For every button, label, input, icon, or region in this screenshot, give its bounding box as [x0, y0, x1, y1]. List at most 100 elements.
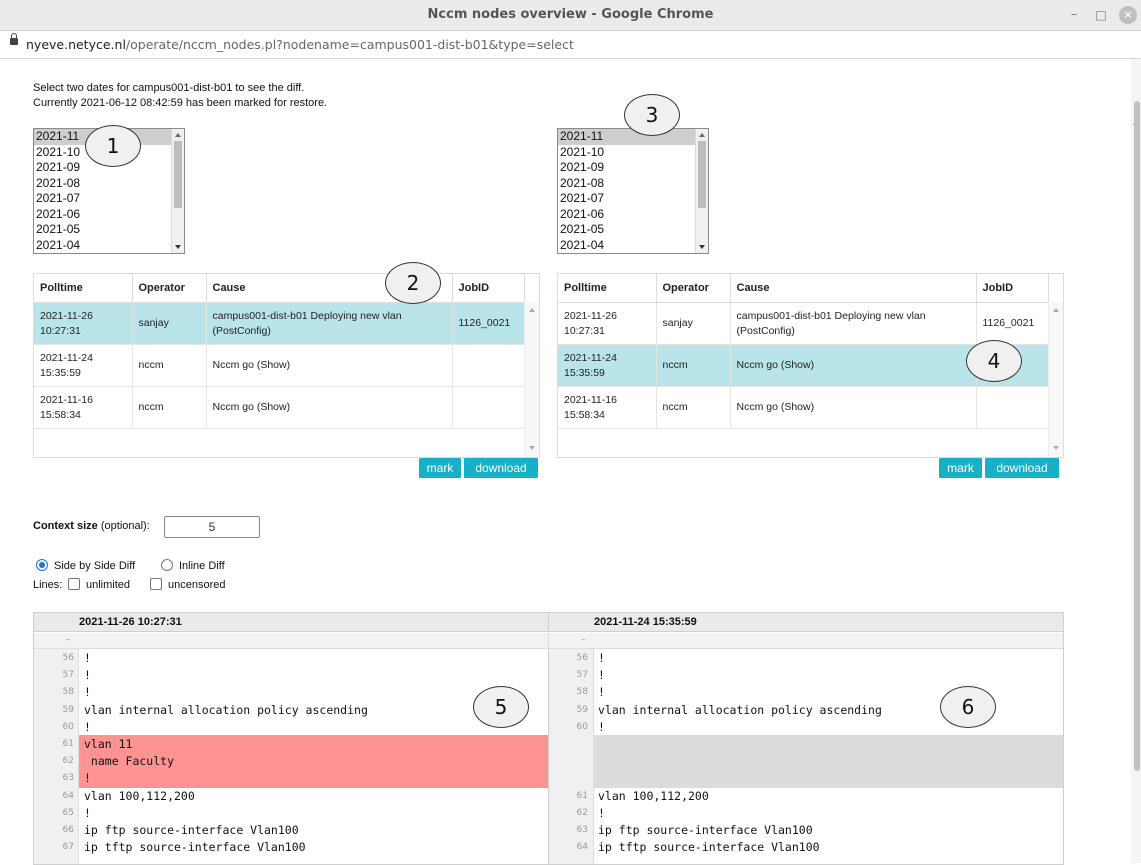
left-month-scroll-thumb[interactable] — [174, 141, 182, 208]
url-text[interactable]: nyeve.netyce.nl/operate/nccm_nodes.pl?no… — [26, 37, 574, 52]
table-row[interactable]: 2021-11-16 15:58:34 nccm Nccm go (Show) — [558, 386, 1049, 429]
left-month-option[interactable]: 2021-06 — [34, 207, 184, 223]
line-text: ip tftp source-interface Vlan100 — [84, 840, 306, 855]
diff-line: 57! — [548, 667, 1062, 684]
polltime-cell: 2021-11-16 15:58:34 — [558, 386, 657, 429]
diff-line: 61 vlan 11 — [34, 736, 548, 753]
right-month-option[interactable]: 2021-08 — [558, 176, 708, 192]
callout-3: 3 — [624, 94, 680, 136]
maximize-icon[interactable]: □ — [1092, 6, 1110, 24]
scroll-down-icon[interactable] — [175, 245, 181, 249]
jobid-cell: 1126_0021 — [452, 302, 525, 345]
line-number: 60 — [62, 721, 74, 732]
context-size-label: Context size (optional): — [33, 520, 150, 532]
left-mark-button[interactable]: mark — [419, 458, 461, 478]
diff-line: 58! — [34, 684, 548, 701]
scroll-up-icon[interactable] — [175, 133, 181, 137]
column-header-polltime[interactable]: Polltime — [34, 274, 133, 303]
right-month-scroll-thumb[interactable] — [698, 141, 706, 208]
line-text: ! — [598, 805, 605, 820]
column-header-operator[interactable]: Operator — [132, 274, 207, 303]
column-header-cause[interactable]: Cause — [730, 274, 977, 303]
minimize-icon[interactable]: – — [1065, 6, 1083, 24]
polltime-cell: 2021-11-16 15:58:34 — [34, 386, 133, 429]
right-month-option[interactable]: 2021-06 — [558, 207, 708, 223]
right-month-option[interactable]: 2021-07 — [558, 191, 708, 207]
page-scroll-thumb[interactable] — [1134, 101, 1140, 771]
unlimited-checkbox[interactable] — [68, 578, 80, 590]
right-month-option[interactable]: 2021-11 — [558, 129, 708, 145]
callout-2: 2 — [385, 262, 441, 304]
left-table-scrollbar[interactable] — [524, 302, 539, 456]
diff-view: 2021-11-26 10:27:31 2021-11-24 15:35:59 … — [33, 612, 1064, 865]
left-month-option[interactable]: 2021-08 — [34, 176, 184, 192]
diff-line: 56! — [34, 650, 548, 667]
line-number: 60 — [576, 721, 588, 732]
line-text: ip ftp source-interface Vlan100 — [84, 823, 299, 837]
uncensored-checkbox[interactable] — [150, 578, 162, 590]
table-row[interactable]: 2021-11-26 10:27:31 sanjay campus001-dist… — [34, 302, 525, 345]
jobid-cell — [452, 386, 525, 429]
right-table-scrollbar[interactable] — [1048, 302, 1063, 456]
callout-5: 5 — [473, 686, 529, 728]
line-number: 62 — [62, 756, 74, 767]
operator-cell: nccm — [132, 344, 207, 387]
intro-text: Select two dates for campus001-dist-b01 … — [33, 81, 327, 111]
side-by-side-label: Side by Side Diff — [54, 560, 136, 572]
right-month-option[interactable]: 2021-09 — [558, 160, 708, 176]
polltime-cell: 2021-11-26 10:27:31 — [34, 302, 133, 345]
diff-line: 61 vlan 100,112,200 — [548, 788, 1062, 805]
line-number: 56 — [576, 653, 588, 663]
callout-1: 1 — [85, 125, 141, 167]
side-by-side-radio[interactable] — [36, 559, 48, 571]
right-month-scrollbar[interactable] — [695, 129, 708, 253]
inline-diff-radio[interactable] — [161, 559, 173, 571]
scroll-up-icon[interactable] — [1053, 308, 1059, 312]
right-month-option[interactable]: 2021-05 — [558, 222, 708, 238]
page-scrollbar[interactable] — [1131, 59, 1141, 863]
line-text: vlan 11 — [84, 737, 133, 751]
context-size-input[interactable]: 5 — [164, 516, 260, 538]
line-text: vlan internal allocation policy ascendin… — [598, 702, 882, 717]
table-row[interactable]: 2021-11-16 15:58:34 nccm Nccm go (Show) — [34, 386, 525, 429]
line-text: ! — [84, 651, 91, 665]
diff-line: 56! — [548, 650, 1062, 667]
table-row[interactable]: 2021-11-24 15:35:59 nccm Nccm go (Show) — [34, 344, 525, 387]
left-download-button[interactable]: download — [464, 458, 538, 478]
left-month-option[interactable]: 2021-04 — [34, 238, 184, 254]
right-month-option[interactable]: 2021-04 — [558, 238, 708, 254]
line-number: 57 — [576, 670, 588, 681]
scroll-up-icon[interactable] — [699, 133, 705, 137]
left-month-option[interactable]: 2021-05 — [34, 222, 184, 238]
table-row[interactable]: 2021-11-26 10:27:31 sanjay campus001-dist… — [558, 302, 1049, 345]
diff-line: 60! — [34, 719, 548, 736]
line-number: 58 — [576, 687, 588, 698]
diff-left-header: 2021-11-26 10:27:31 — [34, 613, 548, 632]
diff-line: 62! — [548, 805, 1062, 822]
close-icon[interactable]: × — [1119, 6, 1137, 24]
left-month-scrollbar[interactable] — [171, 129, 184, 253]
column-header-polltime[interactable]: Polltime — [558, 274, 657, 303]
jobid-cell — [976, 386, 1049, 429]
lines-label: Lines: — [33, 579, 63, 591]
scroll-down-icon[interactable] — [529, 446, 535, 450]
scroll-up-icon[interactable] — [529, 308, 535, 312]
scroll-down-icon[interactable] — [1053, 446, 1059, 450]
diff-line: 65! — [34, 805, 548, 822]
line-text: ! — [84, 805, 91, 820]
column-header-jobid[interactable]: JobID — [976, 274, 1049, 303]
right-mark-button[interactable]: mark — [939, 458, 982, 478]
column-header-operator[interactable]: Operator — [656, 274, 731, 303]
right-month-select[interactable]: 2021-11 2021-10 2021-09 2021-08 2021-07 … — [557, 128, 709, 254]
line-text: name Faculty — [84, 754, 175, 769]
address-bar[interactable]: nyeve.netyce.nl/operate/nccm_nodes.pl?no… — [0, 31, 1141, 59]
intro-line-2: Currently 2021-06-12 08:42:59 has been m… — [33, 97, 328, 109]
line-text: vlan 100,112,200 — [84, 788, 195, 803]
column-header-jobid[interactable]: JobID — [452, 274, 525, 303]
url-path: /operate/nccm_nodes.pl?nodename=campus00… — [125, 37, 574, 52]
right-month-option[interactable]: 2021-10 — [558, 145, 708, 161]
right-download-button[interactable]: download — [985, 458, 1059, 478]
scroll-down-icon[interactable] — [699, 245, 705, 249]
left-month-option[interactable]: 2021-07 — [34, 191, 184, 207]
polltime-cell: 2021-11-24 15:35:59 — [34, 344, 133, 387]
